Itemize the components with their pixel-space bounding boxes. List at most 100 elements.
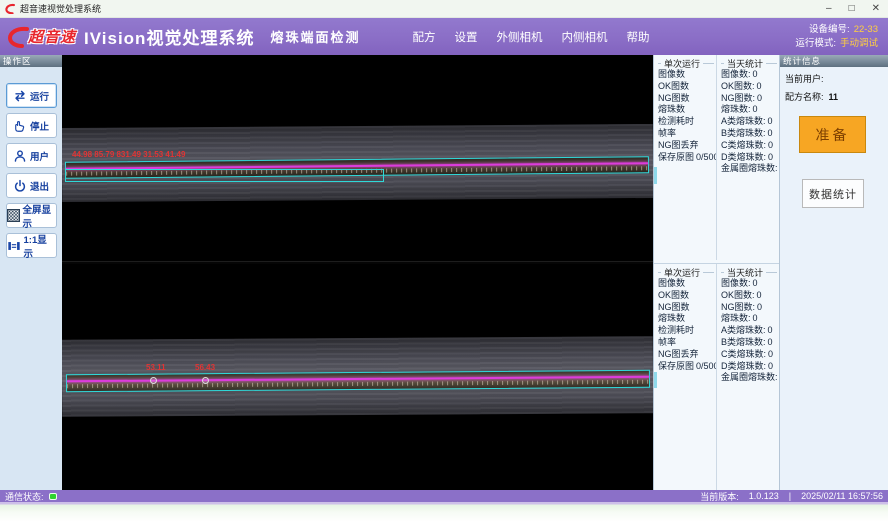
stat-row: 帧率	[658, 128, 716, 140]
run-button-label: 运行	[30, 89, 49, 103]
stat-row: NG图数:0	[721, 93, 779, 105]
version-value: 1.0.123	[749, 491, 779, 501]
defect-marker	[202, 377, 209, 384]
data-statistics-button[interactable]: 数据统计	[802, 179, 864, 208]
scrollbar-thumb[interactable]	[654, 167, 657, 184]
fullscreen-button-label: 全屏显示	[23, 202, 56, 230]
desktop-strip	[0, 502, 888, 522]
stat-row: OK图数:0	[721, 81, 779, 93]
maximize-icon[interactable]: □	[849, 0, 855, 18]
info-panel: 统计信息 当前用户: 配方名称: 11 准备 数据统计	[779, 55, 888, 490]
menu-item-inner-camera[interactable]: 内侧相机	[561, 29, 607, 45]
operation-sidebar: 操作区 运行 停止 用户	[0, 55, 62, 490]
fullscreen-button[interactable]: 全屏显示	[6, 203, 57, 228]
power-icon	[13, 179, 27, 193]
menu-item-recipe[interactable]: 配方	[412, 29, 435, 45]
stat-row: 熔珠数:0	[721, 104, 779, 116]
inner-stats-panel: 单次运行 图像数 OK图数 NG图数 熔珠数 检测耗时 帧率 NG图丢弃 保存原…	[654, 263, 779, 490]
user-button-label: 用户	[30, 149, 49, 163]
defect-marker	[150, 377, 157, 384]
recipe-row: 配方名称: 11	[780, 90, 888, 103]
outer-camera-viewport[interactable]: 44.98 85.79 831.49 31.53 41.49	[62, 55, 653, 261]
stat-row: A类熔珠数:0	[721, 325, 779, 337]
comm-status-label: 通信状态:	[5, 490, 44, 503]
viewport-column: 44.98 85.79 831.49 31.53 41.49 53.11 56.…	[62, 55, 653, 490]
app-subtitle: 熔珠端面检测	[270, 27, 360, 46]
fullscreen-grid-icon	[7, 209, 20, 222]
close-icon[interactable]: ✕	[872, 0, 880, 18]
os-titlebar: 超音速视觉处理系统 – □ ✕	[0, 0, 888, 18]
stat-row: 图像数	[658, 278, 716, 290]
recipe-name-label: 配方名称:	[785, 92, 824, 102]
stat-row: 保存原图0/500	[658, 361, 716, 373]
stat-row: 金属圈熔珠数:0	[721, 163, 779, 175]
stat-row: 检测耗时	[658, 116, 716, 128]
menu-item-settings[interactable]: 设置	[454, 29, 477, 45]
main-menu: 配方 设置 外侧相机 内侧相机 帮助	[412, 29, 649, 45]
stat-row: 图像数	[658, 69, 716, 81]
current-user-row: 当前用户:	[780, 72, 888, 85]
single-run-title: 单次运行	[658, 57, 716, 69]
prepare-button[interactable]: 准备	[799, 116, 866, 153]
stat-row: OK图数:0	[721, 290, 779, 302]
os-window-title: 超音速视觉处理系统	[20, 2, 101, 15]
user-button[interactable]: 用户	[6, 143, 57, 168]
user-icon	[13, 149, 27, 163]
outer-stats-panel: 单次运行 图像数 OK图数 NG图数 熔珠数 检测耗时 帧率 NG图丢弃 保存原…	[654, 55, 779, 260]
stop-button-label: 停止	[30, 119, 49, 133]
inner-camera-viewport[interactable]: 53.11 56.43	[62, 264, 653, 490]
stat-row: 熔珠数	[658, 104, 716, 116]
stat-row: 检测耗时	[658, 325, 716, 337]
stat-row: OK图数	[658, 290, 716, 302]
stat-row: NG图丢弃	[658, 349, 716, 361]
minimize-icon[interactable]: –	[826, 0, 832, 18]
recipe-name-value: 11	[829, 92, 839, 102]
menu-item-outer-camera[interactable]: 外侧相机	[496, 29, 542, 45]
one-to-one-button[interactable]: 1:1显示	[6, 233, 57, 258]
exit-button[interactable]: 退出	[6, 173, 57, 198]
app-header: 超音速 IVision视觉处理系统 熔珠端面检测 配方 设置 外侧相机 内侧相机…	[0, 18, 888, 55]
stat-row: NG图丢弃	[658, 140, 716, 152]
status-bar: 通信状态: 当前版本: 1.0.123 | 2025/02/11 16:57:5…	[0, 490, 888, 502]
measurement-label: 53.11	[146, 363, 166, 372]
single-run-group: 单次运行 图像数 OK图数 NG图数 熔珠数 检测耗时 帧率 NG图丢弃 保存原…	[654, 264, 716, 490]
stat-row: 熔珠数:0	[721, 313, 779, 325]
stat-row: 帧率	[658, 337, 716, 349]
info-panel-title: 统计信息	[780, 55, 888, 67]
stat-row: 金属圈熔珠数:0	[721, 372, 779, 384]
stat-row: C类熔珠数:0	[721, 140, 779, 152]
stat-row: 保存原图0/500	[658, 152, 716, 164]
device-info: 设备编号:22-33 运行模式:手动调试	[795, 23, 878, 51]
today-stats-title: 当天统计	[721, 266, 779, 278]
app-window: 超音速视觉处理系统 – □ ✕ 超音速 IVision视觉处理系统 熔珠端面检测…	[0, 0, 888, 522]
measurement-annotation: 44.98 85.79 831.49 31.53 41.49	[72, 150, 185, 159]
statusbar-separator: |	[789, 491, 791, 501]
single-run-group: 单次运行 图像数 OK图数 NG图数 熔珠数 检测耗时 帧率 NG图丢弃 保存原…	[654, 55, 716, 260]
current-user-label: 当前用户:	[785, 74, 824, 84]
today-stats-group: 当天统计 图像数:0 OK图数:0 NG图数:0 熔珠数:0 A类熔珠数:0 B…	[716, 264, 779, 490]
detection-rect-secondary	[65, 169, 384, 182]
run-arrows-icon	[13, 89, 27, 103]
stop-hand-icon	[13, 119, 27, 133]
one-to-one-button-label: 1:1显示	[24, 232, 56, 260]
stat-row: D类熔珠数:0	[721, 361, 779, 373]
stat-row: B类熔珠数:0	[721, 337, 779, 349]
main-body: 操作区 运行 停止 用户	[0, 55, 888, 490]
device-number-value: 22-33	[854, 24, 878, 35]
menu-item-help[interactable]: 帮助	[626, 29, 649, 45]
today-stats-title: 当天统计	[721, 57, 779, 69]
stat-row: OK图数	[658, 81, 716, 93]
stat-row: NG图数	[658, 302, 716, 314]
one-to-one-icon	[7, 239, 21, 253]
stat-row: C类熔珠数:0	[721, 349, 779, 361]
stat-row: 图像数:0	[721, 69, 779, 81]
measurement-label: 56.43	[195, 363, 215, 372]
stop-button[interactable]: 停止	[6, 113, 57, 138]
run-button[interactable]: 运行	[6, 83, 57, 108]
brand-logo: 超音速	[6, 24, 76, 50]
scrollbar-thumb[interactable]	[654, 372, 657, 388]
sidebar-title: 操作区	[0, 55, 62, 67]
stat-row: A类熔珠数:0	[721, 116, 779, 128]
statistics-column: 单次运行 图像数 OK图数 NG图数 熔珠数 检测耗时 帧率 NG图丢弃 保存原…	[653, 55, 779, 490]
stat-row: NG图数	[658, 93, 716, 105]
